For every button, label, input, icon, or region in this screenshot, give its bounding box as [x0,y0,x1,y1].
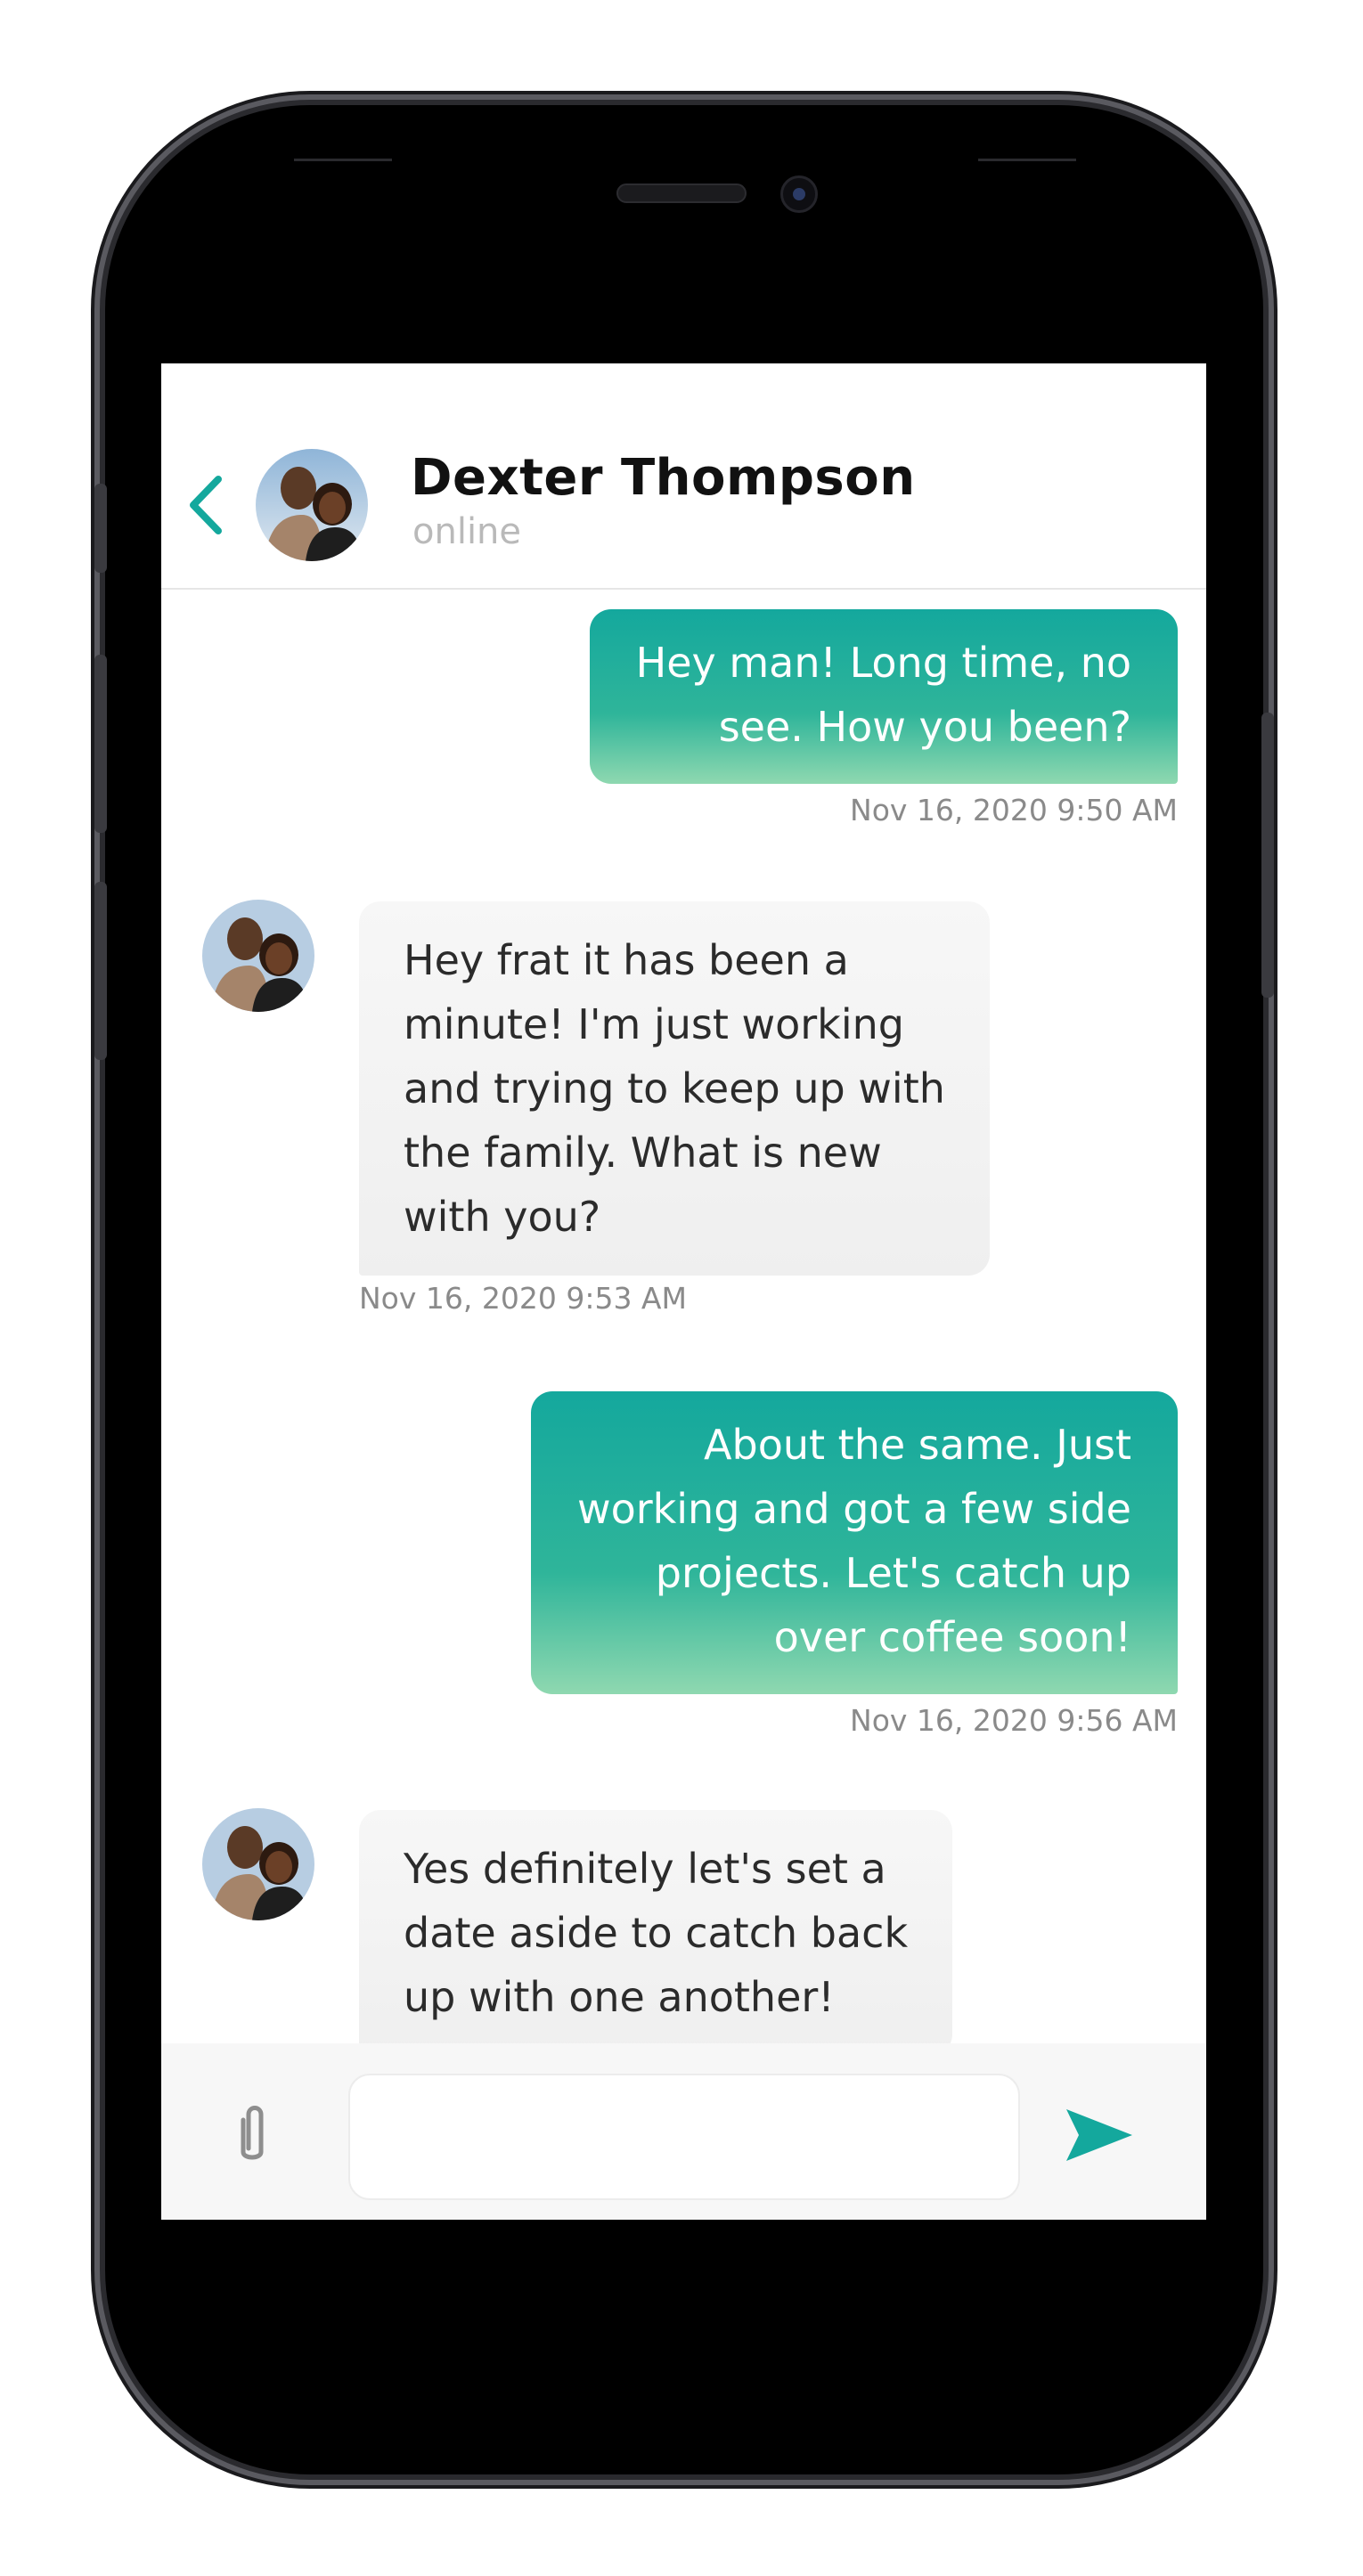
message-line: and trying to keep up with [404,1064,945,1113]
avatar[interactable] [256,449,368,561]
message-line: the family. What is new [404,1129,882,1177]
message-line: date aside to catch back [404,1909,909,1957]
avatar[interactable] [202,1808,314,1920]
message-line: About the same. Just [704,1421,1131,1469]
message-list[interactable]: Hey man! Long time, no see. How you been… [161,591,1206,2043]
front-camera [780,175,818,213]
contact-name: Dexter Thompson [411,449,916,507]
power-button [1261,713,1274,998]
message-line: over coffee soon! [773,1613,1131,1661]
volume-up-button [94,655,107,833]
message-line: Yes definitely let's set a [404,1845,886,1893]
chat-header: Dexter Thompson online [161,363,1206,590]
message-timestamp: Nov 16, 2020 9:53 AM [359,1281,687,1316]
earpiece-speaker [616,183,747,203]
contact-status: online [412,511,522,552]
antenna-line [294,159,392,161]
paperclip-icon[interactable] [231,2102,273,2168]
chevron-left-icon[interactable] [184,474,227,536]
message-line: up with one another! [404,1973,835,2021]
silent-switch [94,484,107,573]
outgoing-message[interactable]: About the same. Just working and got a f… [530,1391,1178,1694]
message-line: with you? [404,1193,601,1241]
message-input[interactable] [348,2074,1020,2200]
message-line: minute! I'm just working [404,1000,904,1048]
message-line: working and got a few side [576,1485,1131,1533]
message-line: Hey frat it has been a [404,936,849,984]
message-line: Hey man! Long time, no [635,639,1131,687]
message-composer [161,2043,1206,2220]
message-timestamp: Nov 16, 2020 9:56 AM [850,1703,1178,1738]
outgoing-message[interactable]: Hey man! Long time, no see. How you been… [589,609,1178,784]
message-timestamp: Nov 16, 2020 9:50 AM [850,793,1178,827]
volume-down-button [94,882,107,1060]
send-icon[interactable] [1065,2107,1134,2163]
message-line: see. How you been? [718,703,1131,751]
avatar[interactable] [202,900,314,1012]
chat-screen: Dexter Thompson online Hey man! Long tim… [161,363,1206,2220]
message-line: projects. Let's catch up [655,1549,1131,1597]
incoming-message[interactable]: Yes definitely let's set a date aside to… [359,1810,953,2043]
antenna-line [978,159,1076,161]
incoming-message[interactable]: Hey frat it has been a minute! I'm just … [359,901,990,1276]
